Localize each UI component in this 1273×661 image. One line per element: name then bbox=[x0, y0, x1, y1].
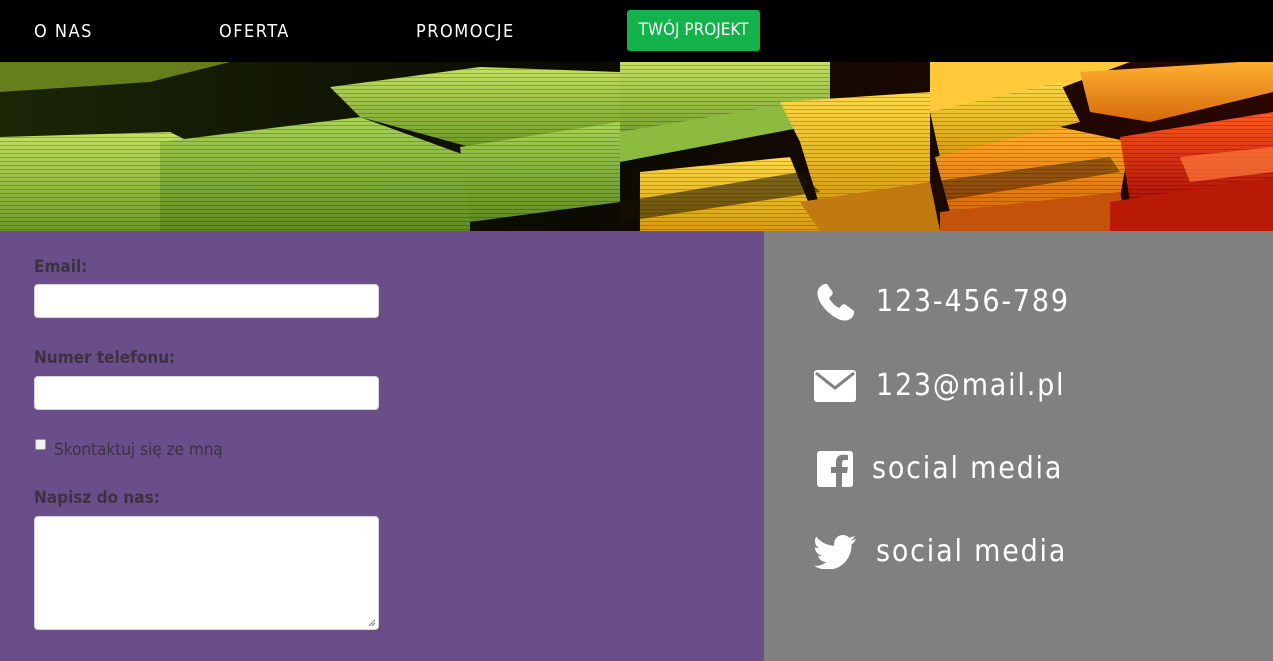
contact-twitter-row[interactable]: social media bbox=[814, 530, 1067, 574]
nav-item-oferta[interactable]: OFERTA bbox=[219, 21, 290, 43]
phone-icon bbox=[814, 281, 856, 323]
nav-item-o-nas[interactable]: O NAS bbox=[34, 21, 93, 43]
facebook-icon bbox=[814, 448, 856, 490]
twitter-link: social media bbox=[876, 534, 1068, 569]
twoj-projekt-button[interactable]: TWÓJ PROJEKT bbox=[627, 10, 760, 51]
twitter-icon bbox=[814, 531, 856, 573]
contact-facebook-row[interactable]: social media bbox=[814, 447, 1063, 491]
phone-field[interactable] bbox=[34, 376, 379, 410]
contact-form-panel: Email: Numer telefonu: Skontaktuj się ze… bbox=[0, 231, 764, 661]
message-label: Napisz do nas: bbox=[34, 488, 160, 508]
hero-banner-image bbox=[0, 62, 1273, 231]
email-field[interactable] bbox=[34, 284, 379, 318]
phone-number: 123-456-789 bbox=[876, 284, 1070, 319]
email-address: 123@mail.pl bbox=[876, 368, 1066, 403]
top-navbar: O NAS OFERTA PROMOCJE TWÓJ PROJEKT bbox=[0, 0, 1273, 62]
message-textarea[interactable] bbox=[34, 516, 379, 630]
contact-phone-row[interactable]: 123-456-789 bbox=[814, 280, 1070, 324]
nav-item-promocje[interactable]: PROMOCJE bbox=[416, 21, 515, 43]
email-label: Email: bbox=[34, 257, 88, 277]
envelope-icon bbox=[814, 365, 856, 407]
resize-grip-icon[interactable] bbox=[368, 619, 376, 627]
contact-info-panel: 123-456-789 123@mail.pl social media soc… bbox=[764, 231, 1273, 661]
contact-me-checkbox[interactable] bbox=[35, 439, 46, 450]
contact-me-label[interactable]: Skontaktuj się ze mną bbox=[54, 439, 223, 461]
phone-label: Numer telefonu: bbox=[34, 348, 176, 368]
facebook-link: social media bbox=[872, 451, 1064, 486]
contact-email-row[interactable]: 123@mail.pl bbox=[814, 364, 1065, 408]
